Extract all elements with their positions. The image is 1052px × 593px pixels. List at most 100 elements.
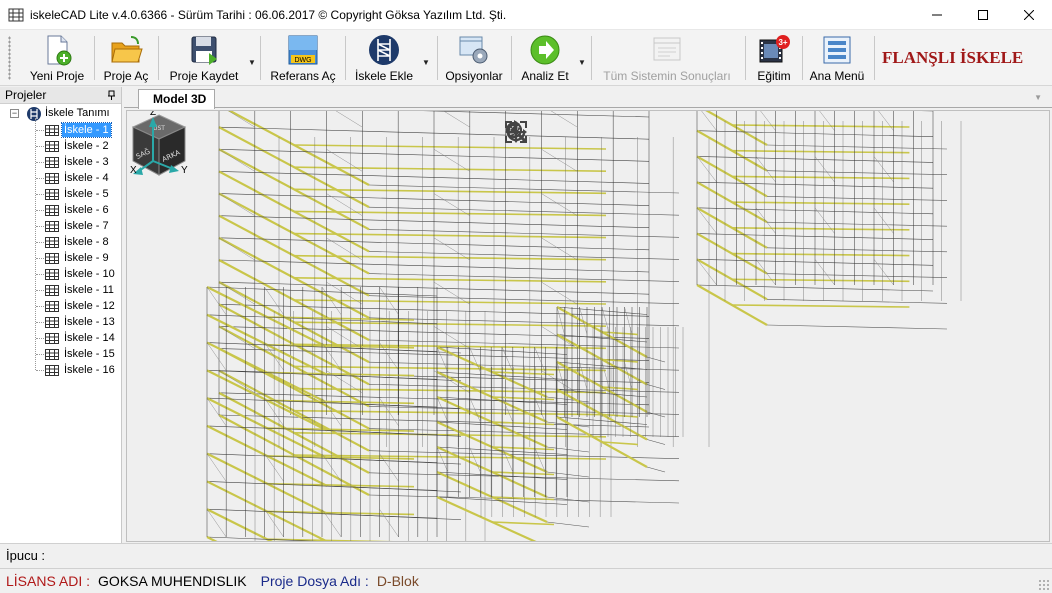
new-project-button[interactable]: Yeni Proje <box>22 32 92 84</box>
scaffold-list-item[interactable]: İskele - 8 <box>0 234 121 250</box>
tree-connector <box>36 146 44 147</box>
scaffold-item-label: İskele - 6 <box>64 204 109 216</box>
scaffold-item-icon <box>45 221 59 232</box>
training-button[interactable]: 3+ Eğitim <box>751 32 797 84</box>
axis-gizmo: Z X Y <box>130 111 188 176</box>
scaffold-list-item[interactable]: İskele - 2 <box>0 138 121 154</box>
scaffold-item-label: İskele - 3 <box>64 156 109 168</box>
toolbar-separator <box>591 36 592 80</box>
model-3d-viewport[interactable]: ÜST SAĞ ARKA Z X Y <box>126 110 1050 542</box>
scaffold-list-item[interactable]: İskele - 5 <box>0 186 121 202</box>
scaffold-item-icon <box>45 205 59 216</box>
training-badge: 3+ <box>778 38 787 47</box>
title-bar: iskeleCAD Lite v.4.0.6366 - Sürüm Tarihi… <box>0 0 1052 30</box>
tree-connector <box>36 306 44 307</box>
scaffold-list-item[interactable]: İskele - 16 <box>0 362 121 378</box>
minimize-icon <box>932 14 942 16</box>
scaffold-list-item[interactable]: İskele - 11 <box>0 282 121 298</box>
scaffold-item-label: İskele - 4 <box>64 172 109 184</box>
all-results-button[interactable]: Tüm Sistemin Sonuçları <box>596 32 738 84</box>
close-icon <box>1024 10 1034 20</box>
open-project-button[interactable]: Proje Aç <box>97 32 155 84</box>
scaffold-list-item[interactable]: İskele - 15 <box>0 346 121 362</box>
tree-connector <box>36 338 44 339</box>
scaffold-item-icon <box>45 173 59 184</box>
scaffold-list-item[interactable]: İskele - 9 <box>0 250 121 266</box>
tree-connector <box>36 354 44 355</box>
tree-connector <box>36 162 44 163</box>
project-file-label: Proje Dosya Adı : <box>260 573 369 589</box>
analyze-dropdown-arrow[interactable]: ▼ <box>578 58 586 67</box>
toolbar-separator <box>158 36 159 80</box>
add-scaffold-label: İskele Ekle <box>354 69 414 83</box>
save-project-button[interactable]: Proje Kaydet <box>162 32 246 84</box>
toolbar-grip[interactable] <box>8 36 11 80</box>
add-scaffold-button[interactable]: İskele Ekle <box>350 32 418 84</box>
save-dropdown-arrow[interactable]: ▼ <box>248 58 256 67</box>
app-icon <box>8 8 24 21</box>
menu-icon <box>823 36 851 64</box>
scaffold-item-icon <box>45 157 59 168</box>
scaffold-list-item[interactable]: İskele - 7 <box>0 218 121 234</box>
close-button[interactable] <box>1006 0 1052 30</box>
new-project-label: Yeni Proje <box>29 69 85 83</box>
scaffold-wireframe <box>206 111 962 541</box>
options-icon <box>459 36 488 64</box>
training-label: Eğitim <box>757 69 791 83</box>
projects-tree: − İskele Tanımı İskele - 1 İskele - 2 İske… <box>0 104 121 378</box>
scaffold-item-icon <box>45 189 59 200</box>
scaffold-list-item[interactable]: İskele - 3 <box>0 154 121 170</box>
scaffold-item-icon <box>45 237 59 248</box>
scaffold-list: İskele - 1 İskele - 2 İskele - 3 İskele - 4… <box>0 122 121 378</box>
all-results-label: Tüm Sistemin Sonuçları <box>603 69 731 83</box>
scaffold-item-icon <box>45 333 59 344</box>
collapse-icon[interactable]: − <box>10 109 19 118</box>
maximize-button[interactable] <box>960 0 1006 30</box>
scaffold-item-label: İskele - 5 <box>64 188 109 200</box>
scaffold-list-item[interactable]: İskele - 10 <box>0 266 121 282</box>
scaffold-list-item[interactable]: İskele - 1 <box>0 122 121 138</box>
run-icon <box>530 35 560 65</box>
scaffold-model <box>206 111 962 541</box>
tree-connector <box>36 178 44 179</box>
scaffold-list-item[interactable]: İskele - 14 <box>0 330 121 346</box>
projects-panel-title: Projeler <box>5 88 47 102</box>
tab-model-3d[interactable]: Model 3D <box>138 89 216 109</box>
add-scaffold-dropdown-arrow[interactable]: ▼ <box>422 58 430 67</box>
analyze-button[interactable]: Analiz Et <box>515 32 575 84</box>
tab-strip: Model 3D ▼ <box>124 87 1052 109</box>
tab-list-arrow[interactable]: ▼ <box>1034 93 1042 102</box>
scaffold-item-label: İskele - 15 <box>64 348 115 360</box>
minimize-button[interactable] <box>914 0 960 30</box>
resize-grip[interactable] <box>1038 579 1050 591</box>
scaffold-list-item[interactable]: İskele - 13 <box>0 314 121 330</box>
axis-y-label: Y <box>181 165 188 176</box>
scaffold-item-label: İskele - 10 <box>64 268 115 280</box>
main-menu-button[interactable]: Ana Menü <box>806 32 868 84</box>
tree-root-label: İskele Tanımı <box>45 107 110 119</box>
scaffold-list-item[interactable]: İskele - 6 <box>0 202 121 218</box>
axis-x-label: X <box>130 165 137 176</box>
tree-connector <box>36 290 44 291</box>
pin-icon[interactable] <box>107 90 117 100</box>
new-project-icon <box>47 35 72 66</box>
scaffold-item-label: İskele - 12 <box>64 300 115 312</box>
scaffold-item-icon <box>45 253 59 264</box>
scaffold-item-label: İskele - 14 <box>64 332 115 344</box>
toolbar-separator <box>874 36 875 80</box>
scaffold-item-label: İskele - 16 <box>64 364 115 376</box>
scaffold-list-item[interactable]: İskele - 12 <box>0 298 121 314</box>
zoom-extents-icon[interactable] <box>503 119 529 145</box>
open-reference-label: Referans Aç <box>270 69 336 83</box>
tree-connector <box>36 226 44 227</box>
scaffold-item-icon <box>45 349 59 360</box>
scaffold-list-item[interactable]: İskele - 4 <box>0 170 121 186</box>
options-button[interactable]: Opsiyonlar <box>441 32 507 84</box>
options-label: Opsiyonlar <box>445 69 503 83</box>
scaffold-item-label: İskele - 11 <box>64 284 114 296</box>
open-reference-button[interactable]: DWG Referans Aç <box>264 32 342 84</box>
analyze-label: Analiz Et <box>521 69 569 83</box>
tree-root-node[interactable]: − İskele Tanımı <box>0 106 121 122</box>
scaffold-item-icon <box>45 365 59 376</box>
tree-connector <box>36 242 44 243</box>
